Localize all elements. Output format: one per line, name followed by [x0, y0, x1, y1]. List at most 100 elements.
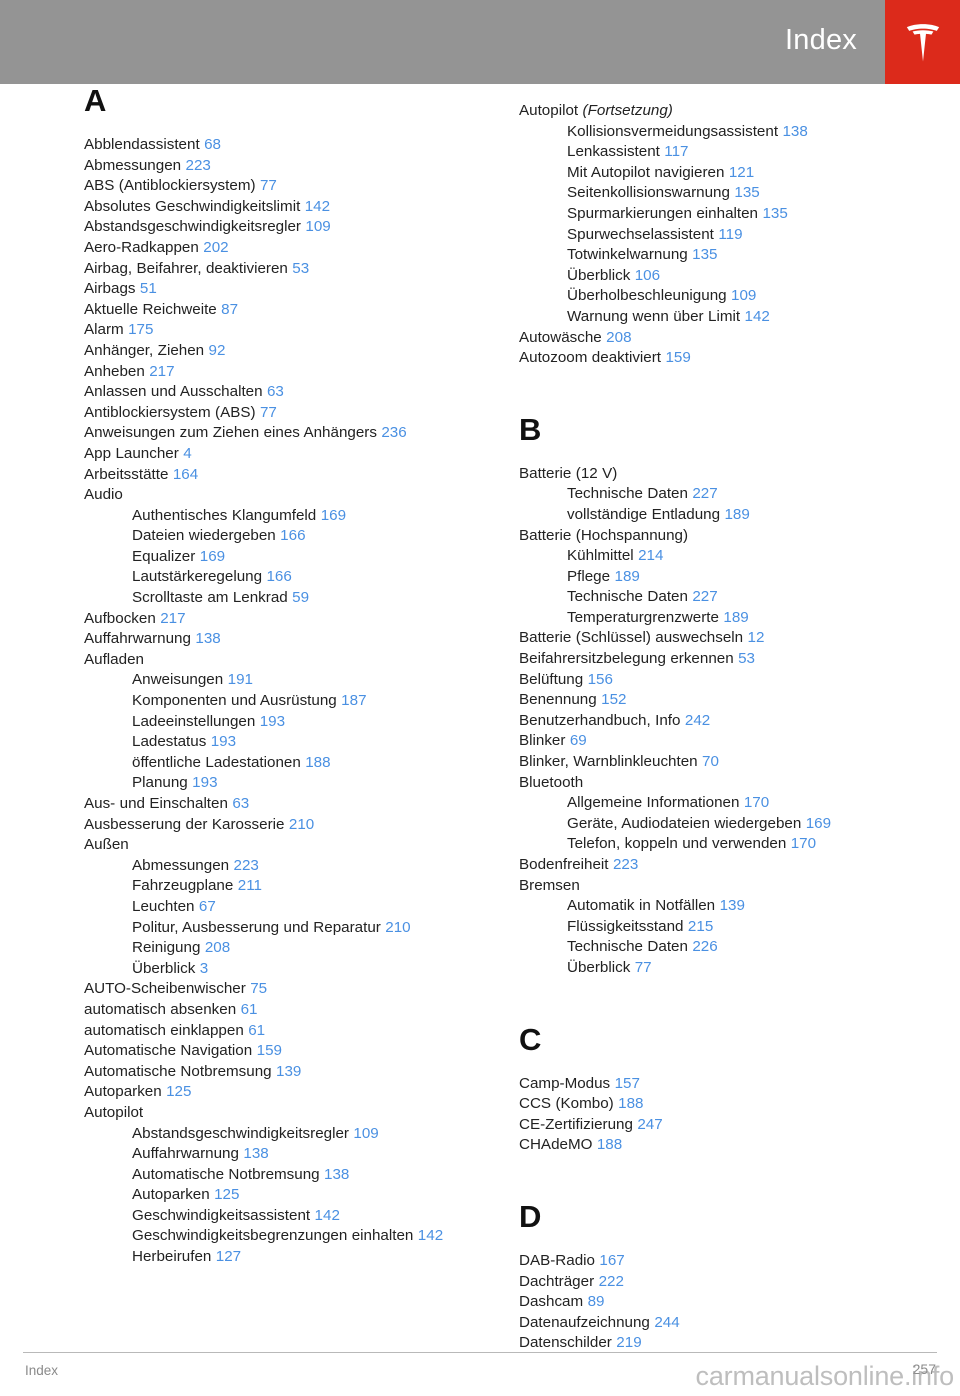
index-entry[interactable]: Aufbocken 217 — [84, 609, 484, 630]
index-entry-page-number[interactable]: 139 — [276, 1063, 301, 1080]
index-entry[interactable]: Aufladen — [84, 650, 484, 671]
index-entry[interactable]: Belüftung 156 — [519, 670, 919, 691]
index-entry[interactable]: Überblick 77 — [519, 958, 919, 979]
index-entry-page-number[interactable]: 210 — [289, 816, 314, 833]
index-entry-page-number[interactable]: 106 — [635, 267, 660, 284]
index-entry-page-number[interactable]: 227 — [692, 485, 717, 502]
index-entry[interactable]: Blinker 69 — [519, 731, 919, 752]
index-entry[interactable]: DAB-Radio 167 — [519, 1251, 919, 1272]
index-entry[interactable]: Geschwindigkeitsassistent 142 — [84, 1206, 484, 1227]
index-entry-page-number[interactable]: 135 — [734, 184, 759, 201]
index-entry[interactable]: Totwinkelwarnung 135 — [519, 245, 919, 266]
index-entry-page-number[interactable]: 247 — [637, 1116, 662, 1133]
index-entry[interactable]: Anlassen und Ausschalten 63 — [84, 382, 484, 403]
index-entry[interactable]: Benutzerhandbuch, Info 242 — [519, 711, 919, 732]
index-entry-page-number[interactable]: 208 — [205, 939, 230, 956]
index-entry-page-number[interactable]: 77 — [635, 959, 652, 976]
index-entry-page-number[interactable]: 51 — [140, 280, 157, 297]
index-entry[interactable]: Blinker, Warnblinkleuchten 70 — [519, 752, 919, 773]
index-entry-page-number[interactable]: 170 — [791, 835, 816, 852]
index-entry-page-number[interactable]: 53 — [738, 650, 755, 667]
index-entry[interactable]: Automatische Navigation 159 — [84, 1041, 484, 1062]
index-entry-page-number[interactable]: 156 — [588, 671, 613, 688]
index-entry[interactable]: Überblick 106 — [519, 266, 919, 287]
index-entry-page-number[interactable]: 210 — [385, 919, 410, 936]
index-entry-page-number[interactable]: 242 — [685, 712, 710, 729]
index-entry[interactable]: Mit Autopilot navigieren 121 — [519, 163, 919, 184]
index-entry-page-number[interactable]: 63 — [232, 795, 249, 812]
index-entry-page-number[interactable]: 109 — [305, 218, 330, 235]
index-entry-page-number[interactable]: 138 — [243, 1145, 268, 1162]
index-entry[interactable]: Telefon, koppeln und verwenden 170 — [519, 834, 919, 855]
index-entry[interactable]: ABS (Antiblockiersystem) 77 — [84, 176, 484, 197]
index-entry[interactable]: Lenkassistent 117 — [519, 142, 919, 163]
index-entry[interactable]: Technische Daten 227 — [519, 484, 919, 505]
index-entry[interactable]: Komponenten und Ausrüstung 187 — [84, 691, 484, 712]
index-entry[interactable]: Reinigung 208 — [84, 938, 484, 959]
index-entry-page-number[interactable]: 92 — [209, 342, 226, 359]
index-entry[interactable]: AUTO-Scheibenwischer 75 — [84, 979, 484, 1000]
index-entry-page-number[interactable]: 236 — [381, 424, 406, 441]
index-entry-page-number[interactable]: 70 — [702, 753, 719, 770]
index-entry-page-number[interactable]: 169 — [200, 548, 225, 565]
index-entry-page-number[interactable]: 223 — [613, 856, 638, 873]
index-entry[interactable]: Spurwechselassistent 119 — [519, 225, 919, 246]
index-entry[interactable]: Technische Daten 226 — [519, 937, 919, 958]
index-entry-page-number[interactable]: 217 — [149, 363, 174, 380]
index-entry[interactable]: Kollisionsvermeidungsassistent 138 — [519, 122, 919, 143]
index-entry[interactable]: Beifahrersitzbelegung erkennen 53 — [519, 649, 919, 670]
index-entry[interactable]: Camp-Modus 157 — [519, 1074, 919, 1095]
index-entry[interactable]: Bluetooth — [519, 773, 919, 794]
index-entry[interactable]: CE-Zertifizierung 247 — [519, 1115, 919, 1136]
index-entry[interactable]: Airbags 51 — [84, 279, 484, 300]
index-entry[interactable]: Bodenfreiheit 223 — [519, 855, 919, 876]
index-entry-page-number[interactable]: 125 — [214, 1186, 239, 1203]
index-entry[interactable]: Benennung 152 — [519, 690, 919, 711]
index-entry[interactable]: Abmessungen 223 — [84, 156, 484, 177]
index-entry-page-number[interactable]: 59 — [292, 589, 309, 606]
index-entry[interactable]: Leuchten 67 — [84, 897, 484, 918]
index-entry-page-number[interactable]: 61 — [248, 1022, 265, 1039]
index-entry[interactable]: Allgemeine Informationen 170 — [519, 793, 919, 814]
index-entry-page-number[interactable]: 191 — [228, 671, 253, 688]
index-entry[interactable]: vollständige Entladung 189 — [519, 505, 919, 526]
index-entry[interactable]: Seitenkollisionswarnung 135 — [519, 183, 919, 204]
index-entry-page-number[interactable]: 138 — [195, 630, 220, 647]
index-entry[interactable]: Dachträger 222 — [519, 1272, 919, 1293]
index-entry-page-number[interactable]: 135 — [692, 246, 717, 263]
index-entry[interactable]: Abstandsgeschwindigkeitsregler 109 — [84, 217, 484, 238]
index-entry-page-number[interactable]: 208 — [606, 329, 631, 346]
index-entry-page-number[interactable]: 164 — [173, 466, 198, 483]
index-entry-page-number[interactable]: 188 — [618, 1095, 643, 1112]
index-entry[interactable]: Planung 193 — [84, 773, 484, 794]
index-entry[interactable]: Anhänger, Ziehen 92 — [84, 341, 484, 362]
index-entry-page-number[interactable]: 189 — [615, 568, 640, 585]
index-entry-page-number[interactable]: 202 — [203, 239, 228, 256]
index-entry[interactable]: Batterie (Schlüssel) auswechseln 12 — [519, 628, 919, 649]
index-entry-page-number[interactable]: 142 — [305, 198, 330, 215]
index-entry-page-number[interactable]: 222 — [599, 1273, 624, 1290]
index-entry[interactable]: automatisch absenken 61 — [84, 1000, 484, 1021]
index-entry[interactable]: Abstandsgeschwindigkeitsregler 109 — [84, 1124, 484, 1145]
index-entry[interactable]: Pflege 189 — [519, 567, 919, 588]
index-entry-page-number[interactable]: 188 — [597, 1136, 622, 1153]
index-entry-page-number[interactable]: 188 — [305, 754, 330, 771]
index-entry-page-number[interactable]: 142 — [418, 1227, 443, 1244]
index-entry[interactable]: Automatische Notbremsung 139 — [84, 1062, 484, 1083]
index-entry-page-number[interactable]: 125 — [166, 1083, 191, 1100]
index-entry[interactable]: öffentliche Ladestationen 188 — [84, 753, 484, 774]
index-entry-page-number[interactable]: 175 — [128, 321, 153, 338]
index-entry-page-number[interactable]: 121 — [729, 164, 754, 181]
index-entry-page-number[interactable]: 75 — [250, 980, 267, 997]
index-entry[interactable]: Abmessungen 223 — [84, 856, 484, 877]
index-entry[interactable]: Bremsen — [519, 876, 919, 897]
index-entry-page-number[interactable]: 119 — [718, 226, 742, 243]
index-entry-page-number[interactable]: 138 — [324, 1166, 349, 1183]
index-entry-page-number[interactable]: 87 — [221, 301, 238, 318]
index-entry[interactable]: Technische Daten 227 — [519, 587, 919, 608]
index-entry[interactable]: Autoparken 125 — [84, 1082, 484, 1103]
index-entry[interactable]: Aero-Radkappen 202 — [84, 238, 484, 259]
index-entry[interactable]: Aktuelle Reichweite 87 — [84, 300, 484, 321]
index-entry-page-number[interactable]: 61 — [241, 1001, 258, 1018]
index-entry-page-number[interactable]: 211 — [238, 877, 262, 894]
